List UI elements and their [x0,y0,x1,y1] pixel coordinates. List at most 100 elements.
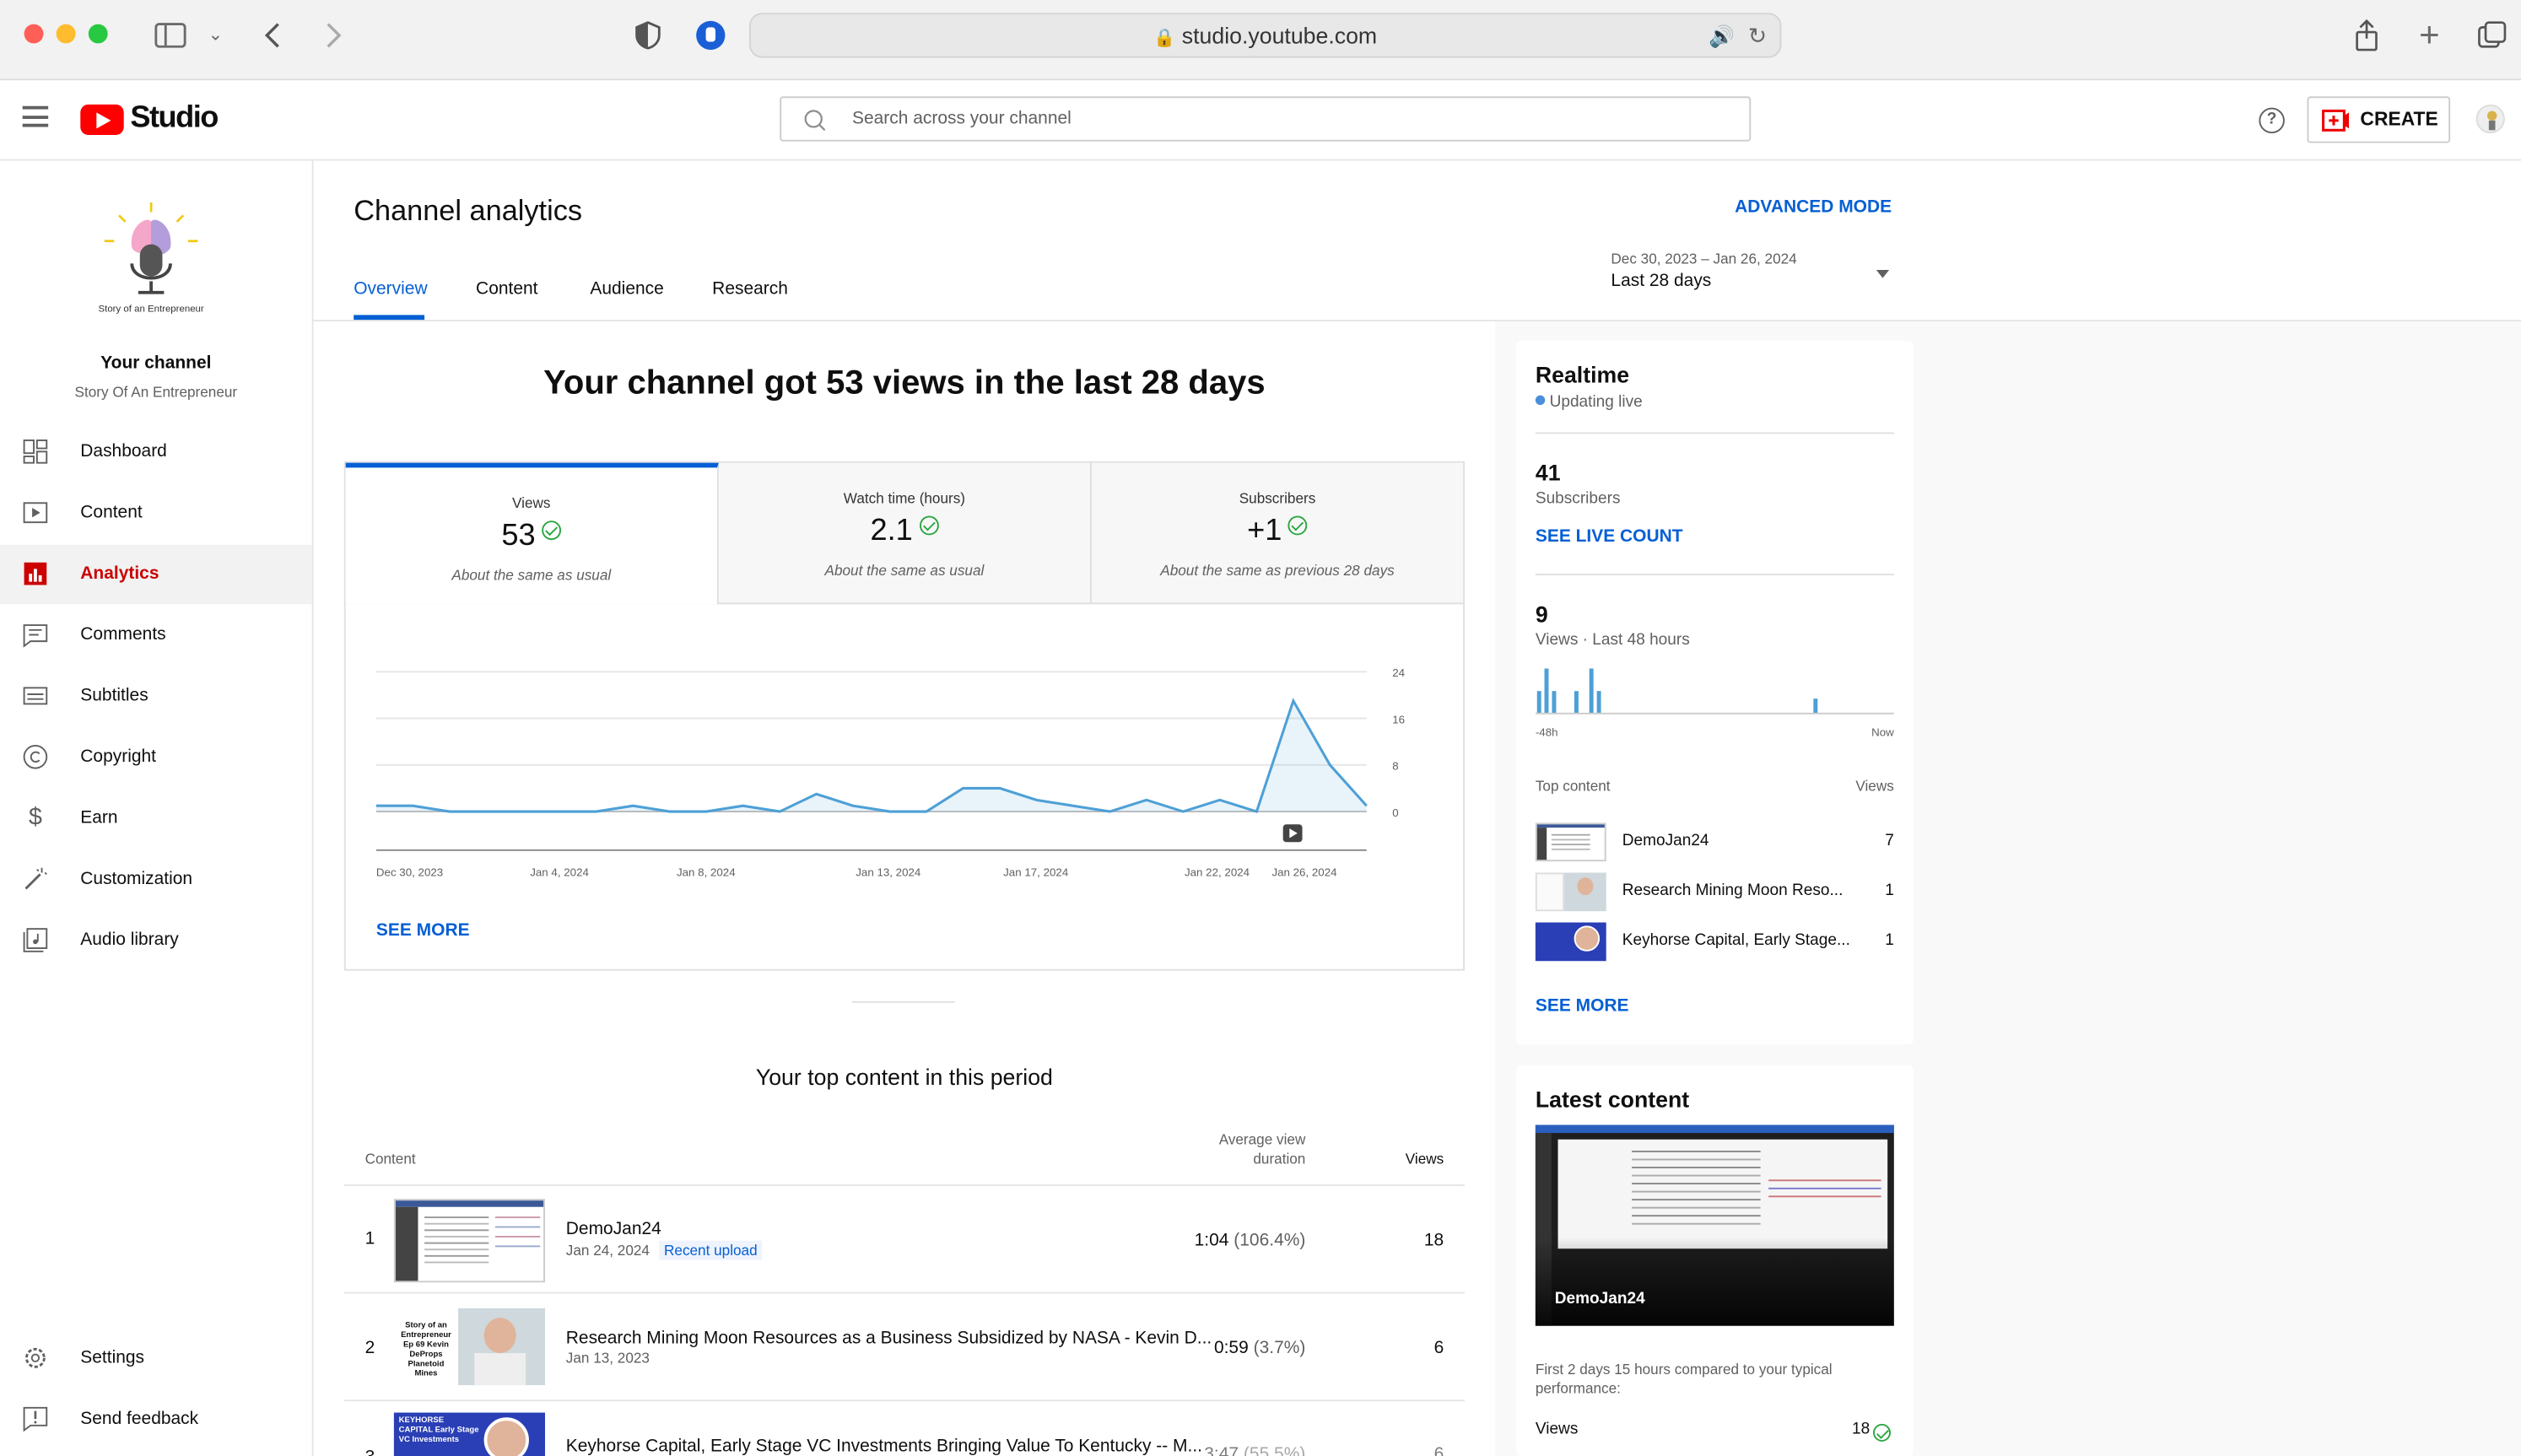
sidebar-item-audio-library[interactable]: Audio library [0,911,312,970]
help-icon[interactable]: ? [2259,107,2285,134]
video-thumbnail[interactable] [393,1199,546,1283]
video-title[interactable]: DemoJan24 [566,1220,661,1239]
metric-title: Views [512,494,551,511]
customization-icon [23,866,48,892]
blocker-extension-icon[interactable] [693,18,728,53]
url-text: studio.youtube.com [1181,22,1378,49]
new-tab-icon[interactable]: + [2411,17,2447,53]
sidebar-item-settings[interactable]: Settings [0,1329,312,1389]
copyright-icon [23,744,48,769]
latest-views-value: 18 [1852,1421,1871,1439]
minimize-window-button[interactable] [56,24,76,44]
privacy-shield-icon[interactable] [630,18,666,53]
sidebar-item-dashboard[interactable]: Dashboard [0,423,312,482]
y-tick-label: 16 [1392,713,1405,725]
views-line-chart[interactable]: 0 8 16 24 Dec 30, 2023 Jan 4, 2024 Jan 8, 2024… [346,652,1463,893]
table-row[interactable]: 1 DemoJan24 Jan 24, 2024 Recent upload 1… [344,1186,1465,1292]
reload-icon[interactable]: ↻ [1748,14,1767,57]
thumbnail-caption: KEYHORSE CAPITAL Early Stage VC Investme… [398,1416,479,1445]
series-area [375,700,1367,812]
latest-compare-text: First 2 days 15 hours compared to your t… [1535,1361,1833,1397]
row-rank: 1 [364,1229,375,1249]
video-title: Keyhorse Capital, Early Stage... [1622,931,1850,950]
table-row[interactable]: 2 Story of an Entrepreneur Ep 69 Kevin D… [344,1294,1465,1400]
video-thumbnail[interactable]: KEYHORSE CAPITAL Early Stage VC Investme… [393,1412,546,1456]
video-thumbnail[interactable]: Story of an Entrepreneur Ep 69 Kevin DeP… [393,1308,546,1386]
sidebar-item-content[interactable]: Content [0,483,312,542]
chevron-down-icon[interactable]: ⌄ [197,18,233,53]
tab-content[interactable]: Content [476,279,537,299]
create-button[interactable]: CREATE [2307,96,2451,143]
address-bar[interactable]: 🔒 studio.youtube.com 🔊 ↻ [749,13,1782,58]
sidebar-item-earn[interactable]: $ Earn [0,789,312,848]
tab-audience[interactable]: Audience [590,279,663,299]
youtube-logo-icon[interactable] [80,104,124,136]
metric-subscribers[interactable]: Subscribers +1 About the same as previou… [1092,463,1463,605]
close-window-button[interactable] [24,24,44,44]
create-label: CREATE [2360,107,2438,131]
create-video-icon [2322,109,2350,132]
subscriber-label: Subscribers [1535,490,1621,509]
sidebar-item-customization[interactable]: Customization [0,850,312,909]
realtime-bar-chart[interactable] [1535,662,1894,717]
studio-logo-text[interactable]: Studio [130,101,219,137]
audio-icon[interactable]: 🔊 [1709,14,1735,57]
page-title: Channel analytics [354,194,583,227]
list-item[interactable]: DemoJan24 7 [1535,822,1894,865]
subscriber-count: 41 [1535,459,1561,486]
advanced-mode-link[interactable]: ADVANCED MODE [1735,197,1892,217]
tab-overview[interactable]: Overview [354,279,427,299]
share-icon[interactable] [2349,18,2384,53]
account-avatar[interactable] [2475,104,2505,134]
avg-duration: 0:59 (3.7%) [1213,1338,1306,1358]
see-more-link[interactable]: SEE MORE [376,921,470,941]
sidebar-item-label: Dashboard [80,441,167,461]
overview-headline: Your channel got 53 views in the last 28… [543,364,1266,402]
sidebar-item-subtitles[interactable]: Subtitles [0,667,312,726]
sidebar-item-send-feedback[interactable]: Send feedback [0,1390,312,1449]
tab-research[interactable]: Research [712,279,788,299]
menu-icon[interactable] [22,105,49,127]
sidebar-item-label: Customization [80,869,193,889]
check-icon [1288,515,1308,536]
sidebar-item-comments[interactable]: Comments [0,606,312,665]
latest-views-label: Views [1535,1421,1579,1439]
metric-watch-time[interactable]: Watch time (hours) 2.1 About the same as… [719,462,1092,605]
table-row[interactable]: 3 KEYHORSE CAPITAL Early Stage VC Invest… [344,1401,1465,1456]
latest-video-thumbnail[interactable]: DemoJan24 [1535,1124,1894,1326]
see-more-link[interactable]: SEE MORE [1536,996,1629,1016]
realtime-title: Realtime [1535,361,1630,388]
list-item[interactable]: Keyhorse Capital, Early Stage... 1 [1535,922,1894,965]
channel-avatar-caption: Story of an Entrepreneur [98,305,204,315]
row-rank: 2 [364,1338,375,1358]
col-avd-header: Average view duration [1218,1131,1306,1167]
video-views: 1 [1885,882,1894,900]
latest-content-title: Latest content [1535,1086,1690,1113]
x-tick-label: Jan 8, 2024 [677,866,736,878]
back-icon[interactable] [256,18,291,53]
sidebar-item-analytics[interactable]: Analytics [0,544,312,605]
channel-avatar[interactable]: Story of an Entrepreneur [96,199,206,321]
video-title[interactable]: Keyhorse Capital, Early Stage VC Investm… [566,1437,1202,1456]
realtime-bar [1544,668,1549,714]
see-live-count-link[interactable]: SEE LIVE COUNT [1536,527,1683,547]
lock-icon: 🔒 [1153,29,1176,49]
forward-icon[interactable] [315,18,350,53]
realtime-card: Realtime Updating live 41 Subscribers SE… [1515,340,1914,1045]
maximize-window-button[interactable] [88,24,108,44]
axis-start-label: -48h [1535,728,1558,740]
tabs-overview-icon[interactable] [2475,18,2510,53]
subtitles-icon [23,683,48,709]
metric-views[interactable]: Views 53 About the same as usual [345,462,719,605]
video-title[interactable]: Research Mining Moon Resources as a Busi… [566,1329,1212,1349]
list-item[interactable]: Research Mining Moon Reso... 1 [1535,872,1894,914]
browser-toolbar: ⌄ 🔒 studio.youtube.com 🔊 ↻ + [0,0,2521,81]
sidebar-toggle-icon[interactable] [153,18,188,53]
top-content-label: Top content [1535,778,1611,795]
realtime-bar [1589,668,1594,714]
sidebar-item-copyright[interactable]: Copyright [0,728,312,787]
date-range-picker[interactable]: Dec 30, 2023 – Jan 26, 2024 Last 28 days [1611,251,1900,299]
caret-down-icon [1876,270,1890,278]
search-input[interactable]: Search across your channel [780,96,1752,142]
video-marker-icon[interactable] [1282,824,1303,843]
